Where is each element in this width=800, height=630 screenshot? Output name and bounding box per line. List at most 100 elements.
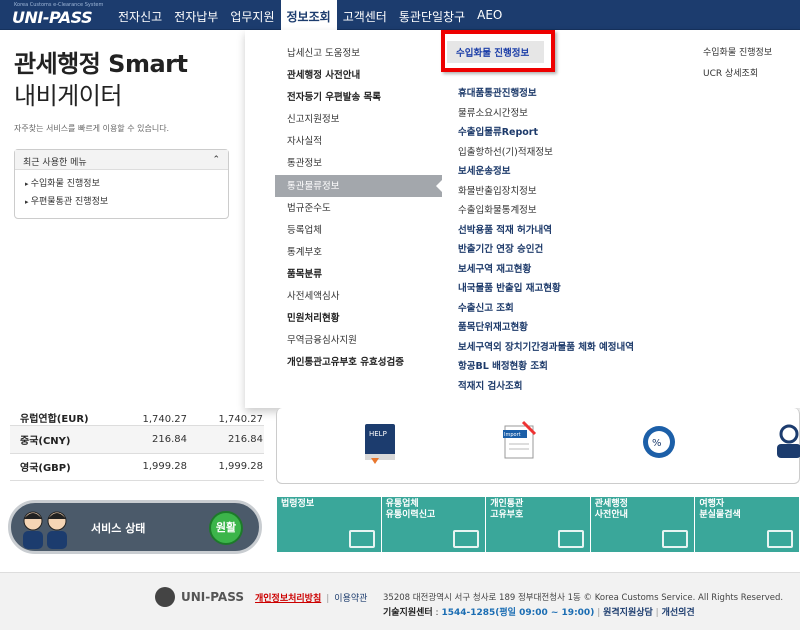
privacy-policy-link[interactable]: 개인정보처리방침 [255,594,321,604]
menu-item[interactable]: 선박용품 적재 허가내역 [458,219,683,239]
menu-item[interactable]: 물류소요시간정보 [458,102,683,122]
nav-single-window[interactable]: 통관단일창구 [393,0,471,30]
tile-label: 개인통관 고유부호 [490,499,524,520]
menu-item[interactable]: 수출입화물통계정보 [458,199,683,219]
terms-link[interactable]: 이용약관 [334,594,367,604]
menu-item[interactable]: 보세구역외 장치기간경과물품 체화 예정내역 [458,336,683,356]
svg-text:Import: Import [504,432,521,438]
menu-item[interactable]: 적재지 검사조회 [458,375,683,395]
menu-item[interactable]: 납세신고 도움정보 [275,42,442,64]
menu-item[interactable]: 항공BL 배정현황 조회 [458,355,683,375]
service-status-widget: 서비스 상태 원활 [8,500,262,554]
recent-menu-title: 최근 사용한 메뉴 [23,158,87,168]
menu-item[interactable]: 보세운송정보 [458,160,683,180]
footer-logo: UNI-PASS [155,587,244,607]
nav-aeo[interactable]: AEO [471,0,508,30]
service-status-label: 서비스 상태 [91,522,146,535]
main-nav: 전자신고 전자납부 업무지원 정보조회 고객센터 통관단일창구 AEO [112,0,508,30]
footer-links: 개인정보처리방침 | 이용약관 [255,594,368,604]
nav-info-inquiry[interactable]: 정보조회 [280,0,337,30]
quick-link-tiles: 법령정보 유통업체 유통이력신고 개인통관 고유부호 관세행정 사전안내 여행자 분실물… [277,497,800,552]
tariff-globe-icon[interactable]: % [639,420,679,464]
person-icon [662,530,689,548]
menu-item[interactable]: 수출입물류Report [458,121,683,141]
menu-item[interactable]: 품목단위재고현황 [458,316,683,336]
menu-item[interactable]: 수출신고 조회 [458,297,683,317]
navigator-subtitle: 내비게이터 [14,82,122,110]
nav-e-declaration[interactable]: 전자신고 [112,0,168,30]
tile-traveler-lost-items[interactable]: 여행자 분실물검색 [695,497,799,552]
menu-item[interactable]: 보세구역 재고현황 [458,258,683,278]
tile-personal-customs-code[interactable]: 개인통관 고유부호 [486,497,590,552]
unipass-logo[interactable]: Korea Customs e-Clearance System UNI-PAS… [8,2,103,28]
menu-item[interactable]: 무역금융심사지원 [275,329,442,351]
tile-advance-notice[interactable]: 관세행정 사전안내 [590,497,695,552]
nav-business-support[interactable]: 업무지원 [224,0,280,30]
globe-icon [155,587,175,607]
menu-item-selected[interactable]: 통관물류정보 [275,174,442,197]
barcode-icon [557,530,584,548]
top-navigation-bar: Korea Customs e-Clearance System UNI-PAS… [0,0,800,30]
mega-menu-column-1: 납세신고 도움정보 관세행정 사전안내 전자등기 우편발송 목록 신고지원정보 … [275,42,442,373]
selection-arrow-icon [436,178,444,194]
menu-item[interactable]: 사전세액심사 [275,285,442,307]
tile-distribution[interactable]: 유통업체 유통이력신고 [381,497,486,552]
tile-law-info[interactable]: 법령정보 [277,497,381,552]
rate-value: 1,740.27 [218,414,263,425]
rate-value: 1,740.27 [142,414,187,425]
mega-menu-column-2: 휴대품통관진행정보 물류소요시간정보 수출입물류Report 입출항하선(기)적… [458,82,683,394]
menu-item[interactable]: 민원처리현황 [275,307,442,329]
menu-item[interactable]: 반출기간 연장 승인건 [458,238,683,258]
menu-item[interactable]: 품목분류 [275,263,442,285]
feedback-link[interactable]: 개선의견 [662,608,695,618]
agent-icon[interactable] [769,420,800,464]
navigator-description: 자주찾는 서비스를 빠르게 이용할 수 있습니다. [14,124,170,133]
remote-support-link[interactable]: 원격지원상담 [603,608,653,618]
pen-icon [453,530,480,548]
staff-avatars-icon [23,511,67,549]
recent-item-postal-clearance[interactable]: 우편물통관 진행정보 [25,194,218,207]
footer-brand: UNI-PASS [181,590,244,604]
recent-menu-panel: 최근 사용한 메뉴 ⌃ 수입화물 진행정보 우편물통관 진행정보 [14,149,229,219]
menu-item[interactable]: 내국물품 반출입 재고현황 [458,277,683,297]
menu-item[interactable]: 개인통관고유부호 유효성검증 [275,351,442,373]
menu-item[interactable]: 법규준수도 [275,197,442,219]
rate-country: 유럽연합(EUR) [20,414,89,425]
rate-value: 216.84 [152,433,187,445]
menu-item[interactable]: 관세행정 사전안내 [275,64,442,86]
help-book-icon[interactable]: HELP [361,420,401,464]
rate-value: 1,999.28 [142,461,187,473]
menu-item[interactable]: 통관정보 [275,152,442,174]
import-document-icon[interactable]: Import [499,418,539,462]
table-row: 유럽연합(EUR) 1,740.27 1,740.27 [10,408,264,426]
chevron-up-icon[interactable]: ⌃ [212,155,220,165]
nav-e-payment[interactable]: 전자납부 [168,0,224,30]
svg-text:%: % [652,438,662,449]
menu-item[interactable]: 자사실적 [275,130,442,152]
table-row: 영국(GBP) 1,999.28 1,999.28 [10,454,264,481]
menu-item[interactable]: 휴대품통관진행정보 [458,82,683,102]
rate-value: 1,999.28 [218,461,263,473]
footer-address: 35208 대전광역시 서구 청사로 189 정부대전청사 1동 © Korea… [383,593,784,603]
tile-label: 여행자 분실물검색 [699,499,741,520]
menu-item[interactable]: 통계부호 [275,241,442,263]
tile-label: 관세행정 사전안내 [594,499,628,520]
service-status-badge: 원활 [209,511,243,545]
recent-item-import-cargo[interactable]: 수입화물 진행정보 [25,176,218,189]
menu-item[interactable]: 전자등기 우편발송 목록 [275,86,442,108]
support-label: 기술지원센터 [383,608,433,618]
book-icon [348,530,375,548]
recent-menu-header[interactable]: 최근 사용한 메뉴 ⌃ [15,150,228,170]
menu-item[interactable]: 신고지원정보 [275,108,442,130]
svg-text:HELP: HELP [369,430,387,438]
menu-item[interactable]: 수입화물 진행정보 [703,42,772,63]
menu-item[interactable]: UCR 상세조회 [703,63,772,84]
tile-label: 법령정보 [281,499,315,509]
menu-item[interactable]: 등록업체 [275,219,442,241]
menu-item[interactable]: 입출항하선(기)적재정보 [458,141,683,161]
menu-item-import-cargo-progress[interactable]: 수입화물 진행정보 [456,45,529,59]
nav-customer-center[interactable]: 고객센터 [337,0,393,30]
menu-item[interactable]: 화물반출입장치정보 [458,180,683,200]
footer-support: 기술지원센터 : 1544-1285(평일 09:00 ~ 19:00) | 원… [383,608,695,618]
rate-country: 중국(CNY) [20,435,71,447]
